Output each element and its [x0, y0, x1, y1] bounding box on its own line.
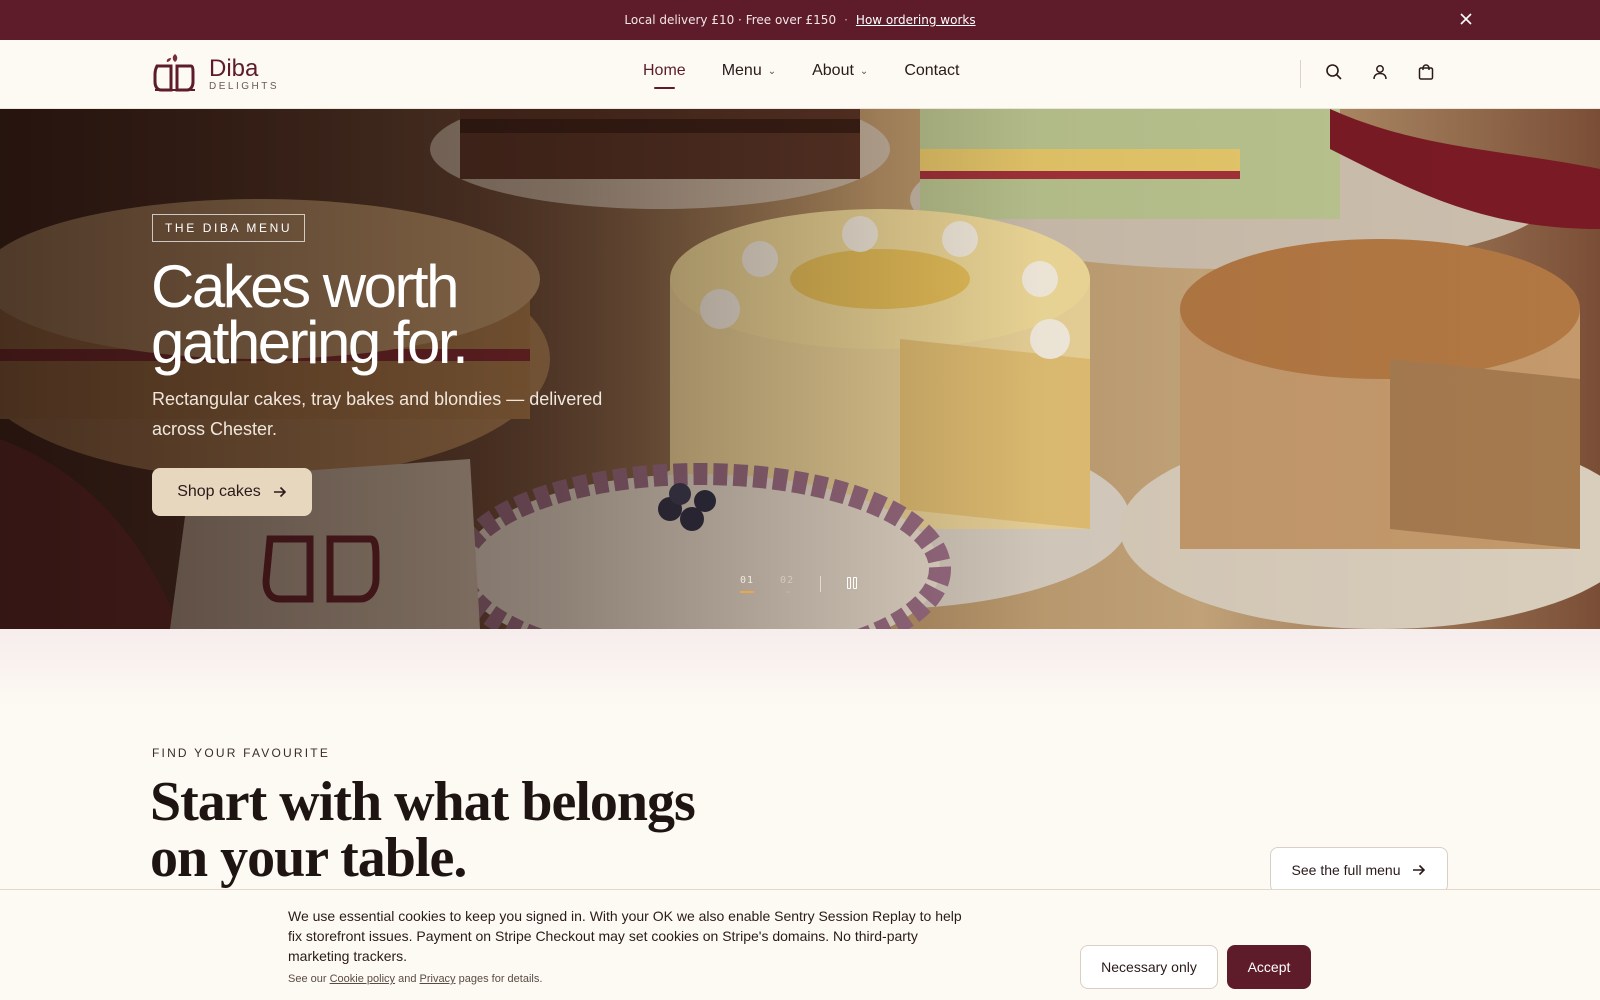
- slide-indicator-1[interactable]: 01: [740, 575, 755, 593]
- account-icon[interactable]: [1368, 60, 1392, 84]
- announcement-separator: ·: [844, 13, 848, 27]
- arrow-right-icon: [1413, 864, 1426, 876]
- announcement-bar: Local delivery £10 · Free over £150 · Ho…: [0, 0, 1600, 40]
- cart-icon[interactable]: [1414, 60, 1438, 84]
- chevron-down-icon: ⌄: [859, 65, 869, 77]
- nav-contact[interactable]: Contact: [904, 62, 959, 80]
- cookie-small-and: and: [398, 973, 417, 985]
- hero-title: Cakes worth gathering for.: [151, 253, 469, 376]
- chevron-down-icon: ⌄: [767, 65, 777, 77]
- cookie-banner: We use essential cookies to keep you sig…: [0, 889, 1600, 1000]
- nav-menu[interactable]: Menu ⌄: [722, 62, 776, 80]
- nav-about[interactable]: About ⌄: [812, 62, 868, 80]
- see-full-menu-label: See the full menu: [1291, 862, 1401, 878]
- hero-slider-controls: 01 02: [740, 575, 861, 593]
- cookie-links-text: See our Cookie policy and Privacy pages …: [288, 973, 542, 985]
- cookie-small-prefix: See our: [288, 973, 327, 985]
- shop-cakes-label: Shop cakes: [177, 483, 261, 500]
- nav-menu-label: Menu: [721, 62, 762, 79]
- see-full-menu-button[interactable]: See the full menu: [1270, 847, 1448, 893]
- nav-home[interactable]: Home: [643, 62, 686, 89]
- nav-contact-label: Contact: [904, 62, 960, 79]
- search-icon[interactable]: [1322, 60, 1346, 84]
- how-ordering-works-link[interactable]: How ordering works: [856, 13, 976, 27]
- hero-banner: THE DIBA MENU Cakes worth gathering for.…: [0, 109, 1600, 629]
- main-nav: Home Menu ⌄ About ⌄ Contact: [643, 62, 959, 89]
- cookie-text: We use essential cookies to keep you sig…: [288, 908, 962, 964]
- site-header: Diba DELIGHTS Home Menu ⌄ About ⌄ Contac…: [0, 40, 1600, 109]
- header-divider: [1300, 60, 1301, 88]
- shop-cakes-button[interactable]: Shop cakes: [152, 468, 312, 516]
- slide-indicator-2[interactable]: 02: [780, 575, 794, 593]
- nav-about-label: About: [812, 62, 854, 79]
- cookie-policy-link[interactable]: Cookie policy: [330, 973, 395, 985]
- necessary-only-button[interactable]: Necessary only: [1080, 945, 1218, 989]
- privacy-link[interactable]: Privacy: [420, 973, 456, 985]
- section-title: Start with what belongs on your table.: [150, 771, 696, 889]
- hero-subtitle: Rectangular cakes, tray bakes and blondi…: [152, 389, 603, 439]
- pause-icon[interactable]: [847, 577, 861, 591]
- logo-mark-icon: [153, 54, 195, 92]
- logo-subtitle: DELIGHTS: [209, 80, 280, 92]
- close-icon[interactable]: [1456, 9, 1476, 29]
- cookie-small-suffix: pages for details.: [458, 973, 543, 985]
- section-eyebrow: FIND YOUR FAVOURITE: [152, 746, 331, 760]
- arrow-right-icon: [273, 486, 286, 498]
- logo[interactable]: Diba DELIGHTS: [151, 50, 279, 98]
- announcement-text: Local delivery £10 · Free over £150: [624, 13, 837, 27]
- slider-separator: [820, 576, 822, 592]
- header-actions: [1322, 60, 1438, 84]
- logo-name: Diba: [209, 54, 259, 82]
- nav-home-label: Home: [643, 62, 686, 79]
- hero-tag: THE DIBA MENU: [152, 214, 306, 242]
- accept-button[interactable]: Accept: [1227, 945, 1311, 989]
